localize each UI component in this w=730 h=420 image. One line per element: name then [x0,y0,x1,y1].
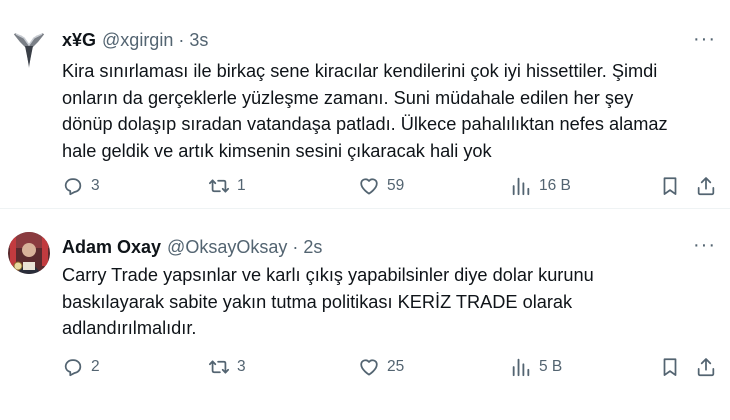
separator: · [292,237,299,257]
reply-button[interactable]: 3 [62,175,100,197]
action-bar: 3 1 59 16 B [62,175,720,201]
user-handle[interactable]: @xgirgin [102,30,173,51]
retweet-icon [208,360,230,374]
share-button[interactable] [695,356,717,378]
retweet-count: 1 [237,177,246,194]
views-icon [512,177,530,196]
display-name[interactable]: Adam Oxay [62,237,161,258]
reply-icon [64,359,82,377]
timestamp[interactable]: 3s [189,30,208,51]
tweet-header: Adam Oxay @OksayOksay · 2s [62,237,322,258]
views-button[interactable]: 5 B [510,356,562,378]
action-bar: 2 3 25 5 B [62,356,720,382]
heart-icon [360,178,378,195]
reply-count: 3 [91,177,100,194]
view-count: 16 B [539,177,571,194]
bookmark-button[interactable] [659,356,681,378]
share-icon [697,358,715,377]
retweet-button[interactable]: 3 [208,356,246,378]
reply-icon [64,178,82,196]
views-icon [512,358,530,377]
views-button[interactable]: 16 B [510,175,571,197]
share-button[interactable] [695,175,717,197]
avatar[interactable] [8,232,50,274]
more-icon[interactable]: ··· [693,235,716,255]
tweet-header: х¥G @xgirgin · 3s [62,30,208,51]
tweet[interactable]: х¥G @xgirgin · 3s ··· Kira sınırlaması i… [0,0,730,208]
like-button[interactable]: 59 [358,175,404,197]
reply-button[interactable]: 2 [62,356,100,378]
like-count: 25 [387,358,405,375]
display-name[interactable]: х¥G [62,30,96,51]
retweet-count: 3 [237,358,246,375]
bookmark-icon [663,358,677,376]
avatar[interactable] [8,28,50,70]
more-icon[interactable]: ··· [693,29,716,49]
share-icon [697,177,715,196]
tweet-text: Kira sınırlaması ile birkaç sene kiracıl… [62,61,668,161]
like-button[interactable]: 25 [358,356,404,378]
bookmark-button[interactable] [659,175,681,197]
user-handle[interactable]: @OksayOksay [167,237,287,258]
view-count: 5 B [539,358,563,375]
like-count: 59 [387,177,405,194]
heart-icon [360,359,378,376]
bookmark-icon [663,177,677,195]
timestamp[interactable]: 2s [303,237,322,258]
retweet-button[interactable]: 1 [208,175,246,197]
retweet-icon [208,179,230,193]
reply-count: 2 [91,358,100,375]
separator: · [178,30,185,50]
